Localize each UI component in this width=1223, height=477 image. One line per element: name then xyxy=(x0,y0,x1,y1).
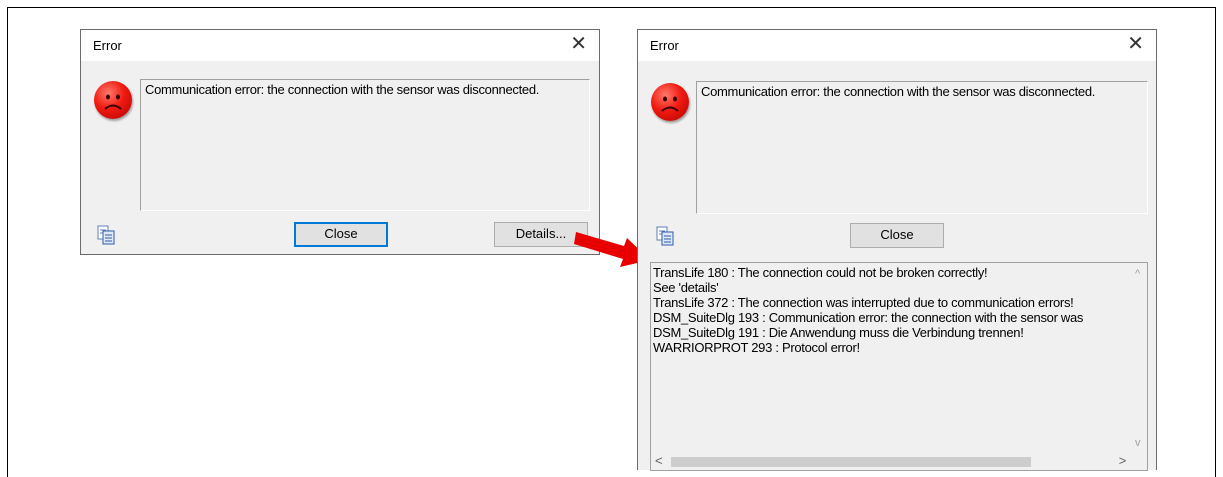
close-button[interactable]: Close xyxy=(850,223,944,248)
sad-face-icon xyxy=(651,83,689,121)
vertical-scrollbar[interactable]: ^ v xyxy=(1130,263,1147,453)
error-message: Communication error: the connection with… xyxy=(145,82,540,97)
horizontal-scroll-thumb[interactable] xyxy=(671,457,1031,467)
scroll-right-icon[interactable]: > xyxy=(1119,454,1127,467)
details-line: TransLife 180 : The connection could not… xyxy=(653,265,988,280)
title-bar: Error ✕ xyxy=(81,30,599,61)
dialog-title: Error xyxy=(650,38,679,53)
scroll-up-icon[interactable]: ^ xyxy=(1135,269,1140,280)
details-line: See 'details' xyxy=(653,280,719,295)
error-message-box: Communication error: the connection with… xyxy=(140,79,590,211)
error-dialog-collapsed: Error ✕ Communication error: the connect… xyxy=(80,29,600,255)
details-text-area[interactable]: TransLife 180 : The connection could not… xyxy=(650,262,1148,471)
copy-to-clipboard-button[interactable] xyxy=(652,224,678,248)
scroll-left-icon[interactable]: < xyxy=(655,454,663,467)
error-dialog-expanded: Error ✕ Communication error: the connect… xyxy=(637,29,1157,471)
scroll-down-icon[interactable]: v xyxy=(1135,438,1141,449)
details-line: DSM_SuiteDlg 193 : Communication error: … xyxy=(653,310,1084,325)
copy-icon xyxy=(656,226,674,246)
details-line: DSM_SuiteDlg 191 : Die Anwendung muss di… xyxy=(653,325,1024,340)
copy-to-clipboard-button[interactable] xyxy=(93,223,119,247)
copy-icon xyxy=(97,225,115,245)
details-text: TransLife 180 : The connection could not… xyxy=(653,265,1129,355)
close-button[interactable]: Close xyxy=(294,222,388,247)
title-bar: Error ✕ xyxy=(638,30,1156,61)
sad-face-icon xyxy=(94,81,132,119)
details-line: WARRIORPROT 293 : Protocol error! xyxy=(653,340,860,355)
details-line: TransLife 372 : The connection was inter… xyxy=(653,295,1074,310)
dialog-title: Error xyxy=(93,38,122,53)
error-message-box: Communication error: the connection with… xyxy=(696,81,1148,214)
error-message: Communication error: the connection with… xyxy=(701,84,1096,99)
close-icon[interactable]: ✕ xyxy=(1127,34,1144,54)
close-icon[interactable]: ✕ xyxy=(570,34,587,54)
horizontal-scrollbar[interactable]: < > xyxy=(651,453,1130,470)
